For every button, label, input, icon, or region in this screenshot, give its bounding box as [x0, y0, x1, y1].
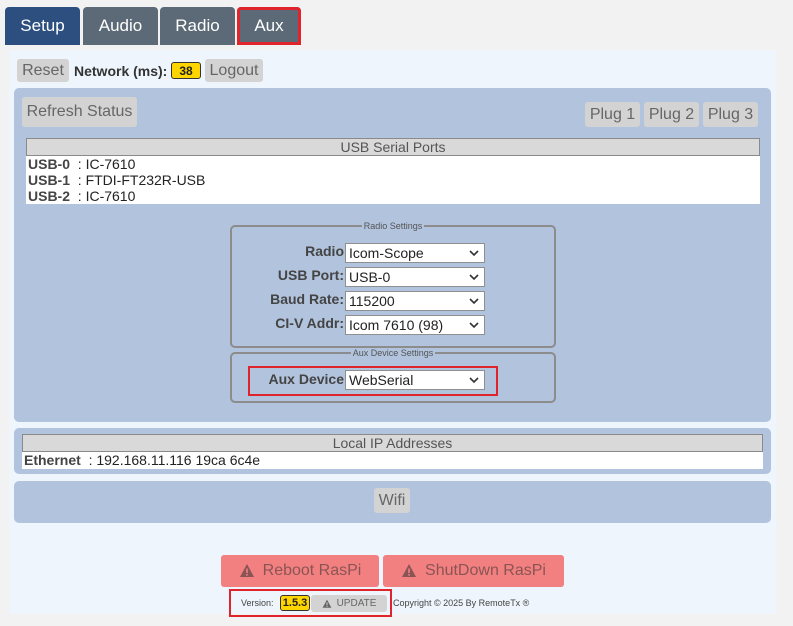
chevron-down-icon [469, 298, 479, 305]
usb-port-device: : FTDI-FT232R-USB [77, 172, 206, 188]
interface-address: : 192.168.11.116 19ca 6c4e [88, 452, 261, 468]
usb-port-device: : IC-7610 [77, 156, 136, 172]
usb-port-device: : IC-7610 [77, 188, 136, 204]
usb-ports-header: USB Serial Ports [26, 138, 760, 156]
reboot-raspi-button[interactable]: Reboot RasPi [221, 555, 379, 587]
shutdown-raspi-label: ShutDown RasPi [425, 562, 546, 579]
usb-port-label: USB Port: [277, 267, 344, 283]
network-latency-badge: 38 [171, 62, 201, 79]
tab-audio[interactable]: Audio [83, 7, 158, 45]
chevron-down-icon [469, 322, 479, 329]
usb-port-row: USB-1 : FTDI-FT232R-USB [28, 172, 760, 188]
aux-device-label: Aux Device [268, 371, 344, 387]
usb-port-name: USB-0 [28, 156, 71, 172]
plug-1-button[interactable]: Plug 1 [585, 102, 640, 127]
update-button[interactable]: UPDATE [311, 595, 387, 612]
local-ip-row: Ethernet : 192.168.11.116 19ca 6c4e [24, 452, 763, 468]
civ-addr-select[interactable]: Icom 7610 (98) [345, 315, 485, 335]
tab-radio[interactable]: Radio [160, 7, 235, 45]
civ-addr-select-value: Icom 7610 (98) [349, 317, 444, 333]
local-ip-header: Local IP Addresses [22, 434, 763, 452]
usb-port-name: USB-2 [28, 188, 71, 204]
aux-device-select-value: WebSerial [349, 372, 414, 388]
wifi-section: Wifi [14, 481, 771, 523]
version-label: Version: [241, 598, 274, 608]
tab-aux[interactable]: Aux [237, 7, 301, 45]
aux-device-select[interactable]: WebSerial [345, 370, 485, 390]
warning-icon [402, 564, 417, 577]
civ-addr-label: CI-V Addr: [275, 315, 344, 331]
radio-settings-legend: Radio Settings [363, 221, 423, 231]
baud-rate-label: Baud Rate: [270, 291, 344, 307]
chevron-down-icon [469, 377, 479, 384]
chevron-down-icon [469, 250, 479, 257]
usb-port-select-value: USB-0 [349, 269, 391, 285]
baud-rate-select-value: 115200 [349, 293, 395, 309]
reset-button[interactable]: Reset [17, 59, 69, 82]
status-section: Refresh Status Plug 1 Plug 2 Plug 3 USB … [14, 88, 771, 422]
radio-select-value: Icom-Scope [349, 245, 424, 261]
usb-port-name: USB-1 [28, 172, 71, 188]
usb-port-row: USB-0 : IC-7610 [28, 156, 760, 172]
interface-name: Ethernet [24, 452, 81, 468]
warning-icon [239, 564, 254, 577]
chevron-down-icon [469, 274, 479, 281]
copyright-text: Copyright © 2025 By RemoteTx ® [393, 598, 530, 608]
setup-panel: Reset Network (ms): 38 Logout Refresh St… [9, 50, 776, 617]
usb-port-select[interactable]: USB-0 [345, 267, 485, 287]
plug-3-button[interactable]: Plug 3 [703, 102, 758, 127]
usb-port-row: USB-2 : IC-7610 [28, 188, 760, 204]
local-ip-section: Local IP Addresses Ethernet : 192.168.11… [14, 428, 771, 474]
plug-2-button[interactable]: Plug 2 [644, 102, 699, 127]
reboot-raspi-label: Reboot RasPi [262, 562, 362, 579]
network-label: Network (ms): [74, 63, 168, 79]
tab-setup[interactable]: Setup [5, 7, 80, 45]
baud-rate-select[interactable]: 115200 [345, 291, 485, 311]
local-ip-list: Ethernet : 192.168.11.116 19ca 6c4e [22, 452, 763, 469]
update-label: UPDATE [336, 598, 377, 609]
usb-ports-list: USB-0 : IC-7610 USB-1 : FTDI-FT232R-USB … [26, 156, 760, 204]
refresh-status-button[interactable]: Refresh Status [22, 97, 137, 127]
aux-device-settings-legend: Aux Device Settings [352, 348, 434, 358]
shutdown-raspi-button[interactable]: ShutDown RasPi [383, 555, 564, 587]
wifi-button[interactable]: Wifi [374, 488, 410, 513]
warning-icon [322, 599, 331, 608]
radio-label: Radio [305, 243, 344, 259]
radio-select[interactable]: Icom-Scope [345, 243, 485, 263]
version-badge: 1.5.3 [280, 595, 310, 611]
logout-button[interactable]: Logout [205, 59, 263, 82]
